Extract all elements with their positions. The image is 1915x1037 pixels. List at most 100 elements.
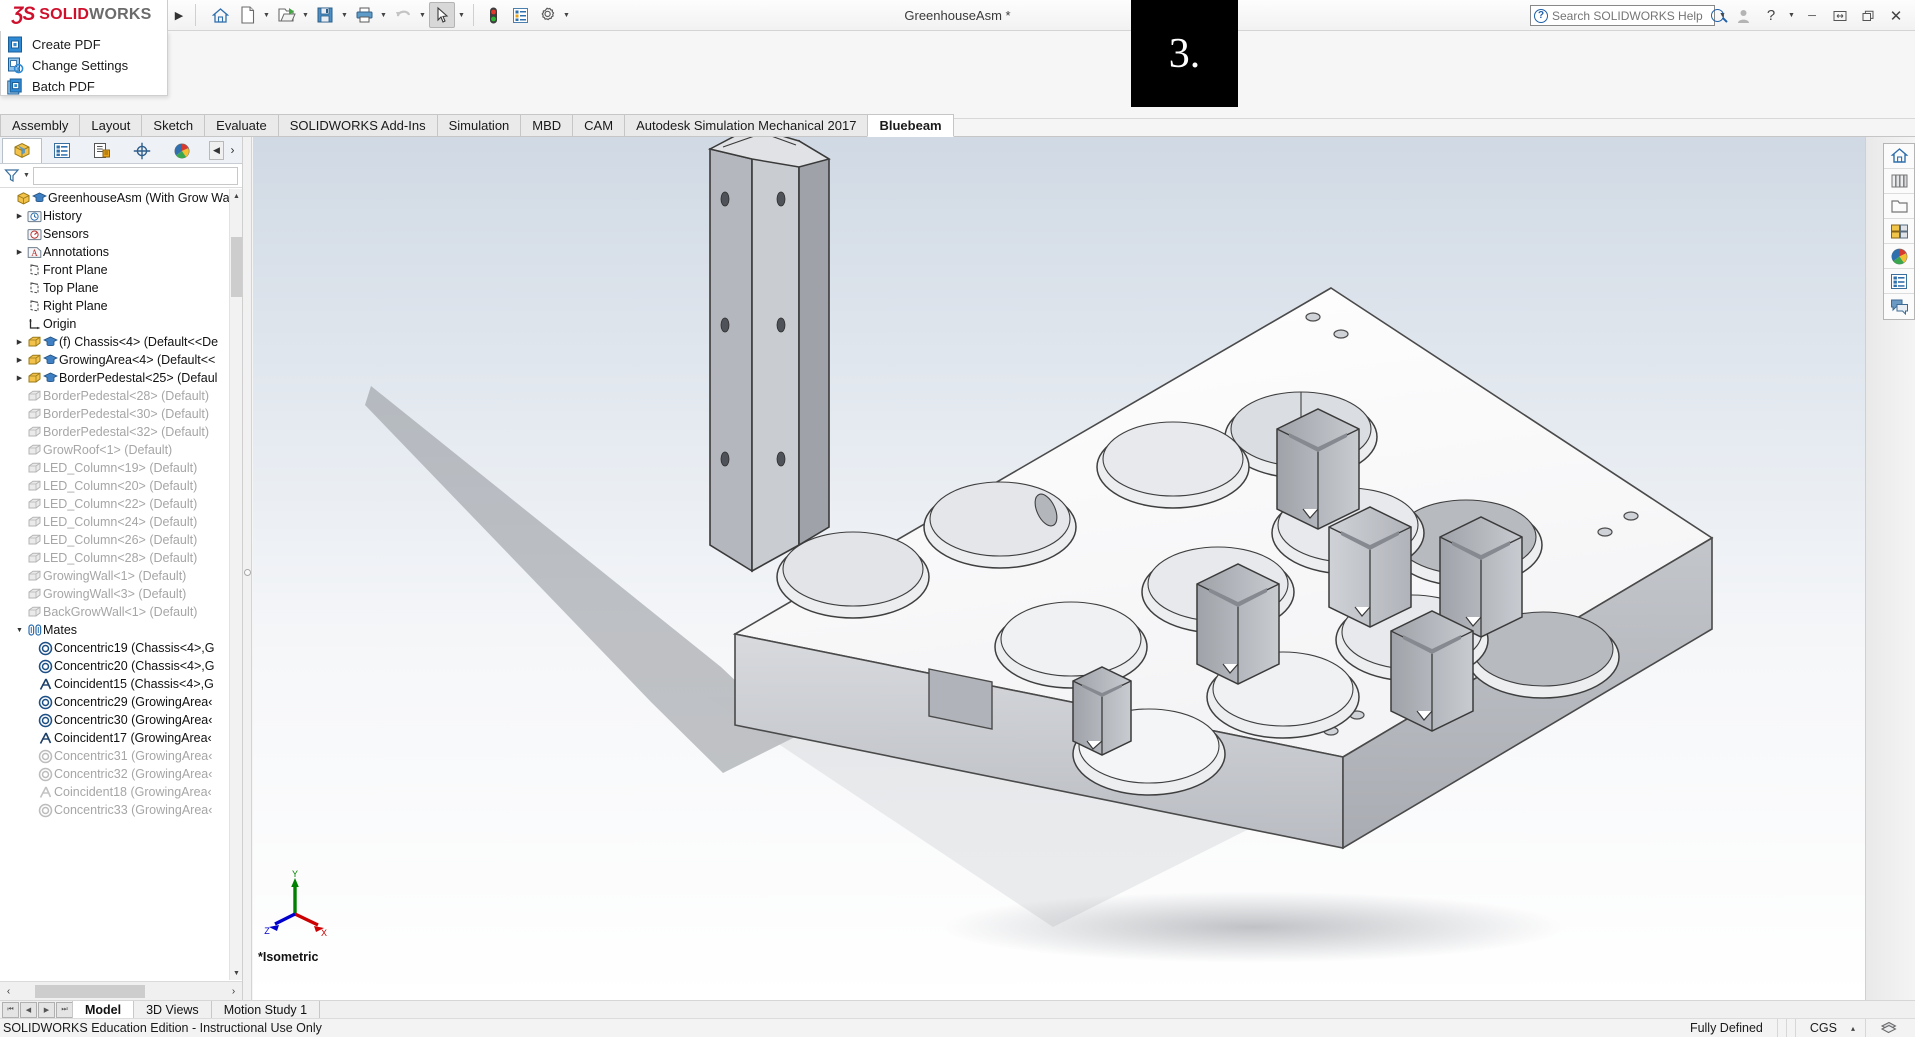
tree-scroll-up-button[interactable]: ▲: [230, 189, 243, 203]
select-dropdown-icon[interactable]: ▼: [456, 2, 467, 28]
help-dropdown-icon[interactable]: ▼: [1786, 3, 1797, 29]
units-selector[interactable]: CGS: [1794, 1018, 1851, 1037]
search-input[interactable]: [1552, 8, 1707, 23]
tree-item[interactable]: ▶ BorderPedestal<25> (Defaul: [0, 369, 242, 387]
assembly-3d-model[interactable]: [253, 137, 1865, 1000]
display-manager-tab[interactable]: [162, 138, 202, 163]
filter-funnel-icon[interactable]: [4, 168, 20, 183]
tab-solidworks-add-ins[interactable]: SOLIDWORKS Add-Ins: [277, 114, 438, 137]
undo-dropdown-icon[interactable]: ▼: [417, 2, 428, 28]
tree-item[interactable]: Coincident17 (GrowingArea‹: [0, 729, 242, 747]
splitter-grip[interactable]: [244, 568, 251, 576]
tree-item[interactable]: Concentric31 (GrowingArea‹: [0, 747, 242, 765]
tree-expand-arrow-icon[interactable]: ▶: [13, 374, 26, 382]
search-magnifier-icon[interactable]: [1711, 9, 1724, 22]
tree-item[interactable]: Concentric33 (GrowingArea‹: [0, 801, 242, 819]
previous-tab-button[interactable]: ◀: [20, 1001, 37, 1018]
view-palette-icon[interactable]: [1884, 219, 1914, 244]
tree-item[interactable]: GrowRoof<1> (Default): [0, 441, 242, 459]
tree-item[interactable]: Sensors: [0, 225, 242, 243]
dimxpert-manager-tab[interactable]: [122, 138, 162, 163]
print-icon[interactable]: [351, 2, 377, 28]
tree-expand-arrow-icon[interactable]: ▶: [13, 356, 26, 364]
undo-icon[interactable]: [390, 2, 416, 28]
tree-item[interactable]: ▼ Mates: [0, 621, 242, 639]
first-tab-button[interactable]: ⏮: [2, 1001, 19, 1018]
menu-item-create-pdf[interactable]: Create PDF: [1, 34, 167, 55]
tree-item[interactable]: ▶ GrowingArea<4> (Default<<: [0, 351, 242, 369]
tree-item[interactable]: LED_Column<22> (Default): [0, 495, 242, 513]
home-icon[interactable]: [207, 2, 233, 28]
tree-hscroll-thumb[interactable]: [35, 984, 145, 998]
options-gear-icon[interactable]: [534, 2, 560, 28]
units-caret-icon[interactable]: ▴: [1851, 1024, 1865, 1033]
tree-item[interactable]: BorderPedestal<30> (Default): [0, 405, 242, 423]
tree-filter-input[interactable]: [32, 166, 238, 185]
tree-item[interactable]: BorderPedestal<32> (Default): [0, 423, 242, 441]
tree-expand-arrow-icon[interactable]: ▶: [13, 338, 26, 346]
menu-item-batch-pdf[interactable]: Batch PDF: [1, 76, 167, 97]
tree-item[interactable]: LED_Column<20> (Default): [0, 477, 242, 495]
tree-item[interactable]: ▶ History: [0, 207, 242, 225]
next-tab-button[interactable]: ▶: [38, 1001, 55, 1018]
file-properties-icon[interactable]: [507, 2, 533, 28]
tree-item[interactable]: Concentric19 (Chassis<4>,G: [0, 639, 242, 657]
tree-item[interactable]: Right Plane: [0, 297, 242, 315]
tree-horizontal-scrollbar[interactable]: ‹ ›: [0, 981, 242, 1000]
tree-item[interactable]: Coincident18 (GrowingArea‹: [0, 783, 242, 801]
solidworks-logo[interactable]: ƷS SOLIDWORKS: [0, 0, 168, 31]
tab-model[interactable]: Model: [72, 1001, 135, 1018]
save-icon[interactable]: [312, 2, 338, 28]
graphics-viewport[interactable]: ▼ ▼ ▼ ▼ ▼: [253, 137, 1865, 1000]
solidworks-resources-icon[interactable]: [1884, 144, 1914, 169]
document-edit-icon[interactable]: [1865, 1018, 1911, 1037]
new-document-icon[interactable]: [234, 2, 260, 28]
tree-item[interactable]: Concentric32 (GrowingArea‹: [0, 765, 242, 783]
tree-item[interactable]: Origin: [0, 315, 242, 333]
tree-item[interactable]: LED_Column<19> (Default): [0, 459, 242, 477]
print-dropdown-icon[interactable]: ▼: [378, 2, 389, 28]
tab-simulation[interactable]: Simulation: [436, 114, 522, 137]
tree-item[interactable]: LED_Column<24> (Default): [0, 513, 242, 531]
tree-item[interactable]: ▶ A Annotations: [0, 243, 242, 261]
custom-properties-icon[interactable]: [1884, 269, 1914, 294]
tab-motion-study-1[interactable]: Motion Study 1: [210, 1001, 321, 1018]
tree-expand-arrow-icon[interactable]: ▶: [13, 212, 26, 220]
filter-dropdown-icon[interactable]: ▼: [23, 172, 30, 179]
tree-item[interactable]: BackGrowWall<1> (Default): [0, 603, 242, 621]
last-tab-button[interactable]: ⏭: [56, 1001, 73, 1018]
rebuild-traffic-light-icon[interactable]: [480, 2, 506, 28]
design-library-icon[interactable]: [1884, 169, 1914, 194]
file-explorer-icon[interactable]: [1884, 194, 1914, 219]
maximize-button[interactable]: [1827, 3, 1853, 29]
tree-item[interactable]: LED_Column<28> (Default): [0, 549, 242, 567]
tree-item[interactable]: GrowingWall<1> (Default): [0, 567, 242, 585]
tree-item[interactable]: GreenhouseAsm (With Grow Wa: [0, 189, 242, 207]
menu-expand-arrow-icon[interactable]: ▶: [168, 0, 190, 31]
appearances-scenes-icon[interactable]: [1884, 244, 1914, 269]
new-document-dropdown-icon[interactable]: ▼: [261, 2, 272, 28]
tree-item[interactable]: Coincident15 (Chassis<4>,G: [0, 675, 242, 693]
tab-cam[interactable]: CAM: [572, 114, 626, 137]
open-document-icon[interactable]: [273, 2, 299, 28]
tree-item[interactable]: GrowingWall<3> (Default): [0, 585, 242, 603]
tab-sketch[interactable]: Sketch: [141, 114, 206, 137]
configuration-manager-tab[interactable]: [82, 138, 122, 163]
tab-evaluate[interactable]: Evaluate: [204, 114, 279, 137]
tree-item[interactable]: Front Plane: [0, 261, 242, 279]
tree-item[interactable]: Concentric20 (Chassis<4>,G: [0, 657, 242, 675]
close-button[interactable]: ✕: [1883, 3, 1909, 29]
tab-autodesk-simulation-mechanical[interactable]: Autodesk Simulation Mechanical 2017: [624, 114, 869, 137]
options-dropdown-icon[interactable]: ▼: [561, 2, 572, 28]
tree-scroll-thumb[interactable]: [231, 237, 242, 297]
tree-item[interactable]: Concentric30 (GrowingArea‹: [0, 711, 242, 729]
tree-hscroll-track[interactable]: [17, 984, 225, 999]
help-icon[interactable]: ?: [1758, 3, 1784, 29]
tree-vertical-scrollbar[interactable]: ▲ ▼: [229, 189, 242, 980]
tab-scroll-left-button[interactable]: ◀: [209, 140, 224, 160]
tree-item[interactable]: ▶ (f) Chassis<4> (Default<<De: [0, 333, 242, 351]
tab-assembly[interactable]: Assembly: [0, 114, 81, 137]
save-dropdown-icon[interactable]: ▼: [339, 2, 350, 28]
feature-manager-tab[interactable]: [2, 137, 42, 163]
panel-splitter[interactable]: [243, 137, 252, 1000]
